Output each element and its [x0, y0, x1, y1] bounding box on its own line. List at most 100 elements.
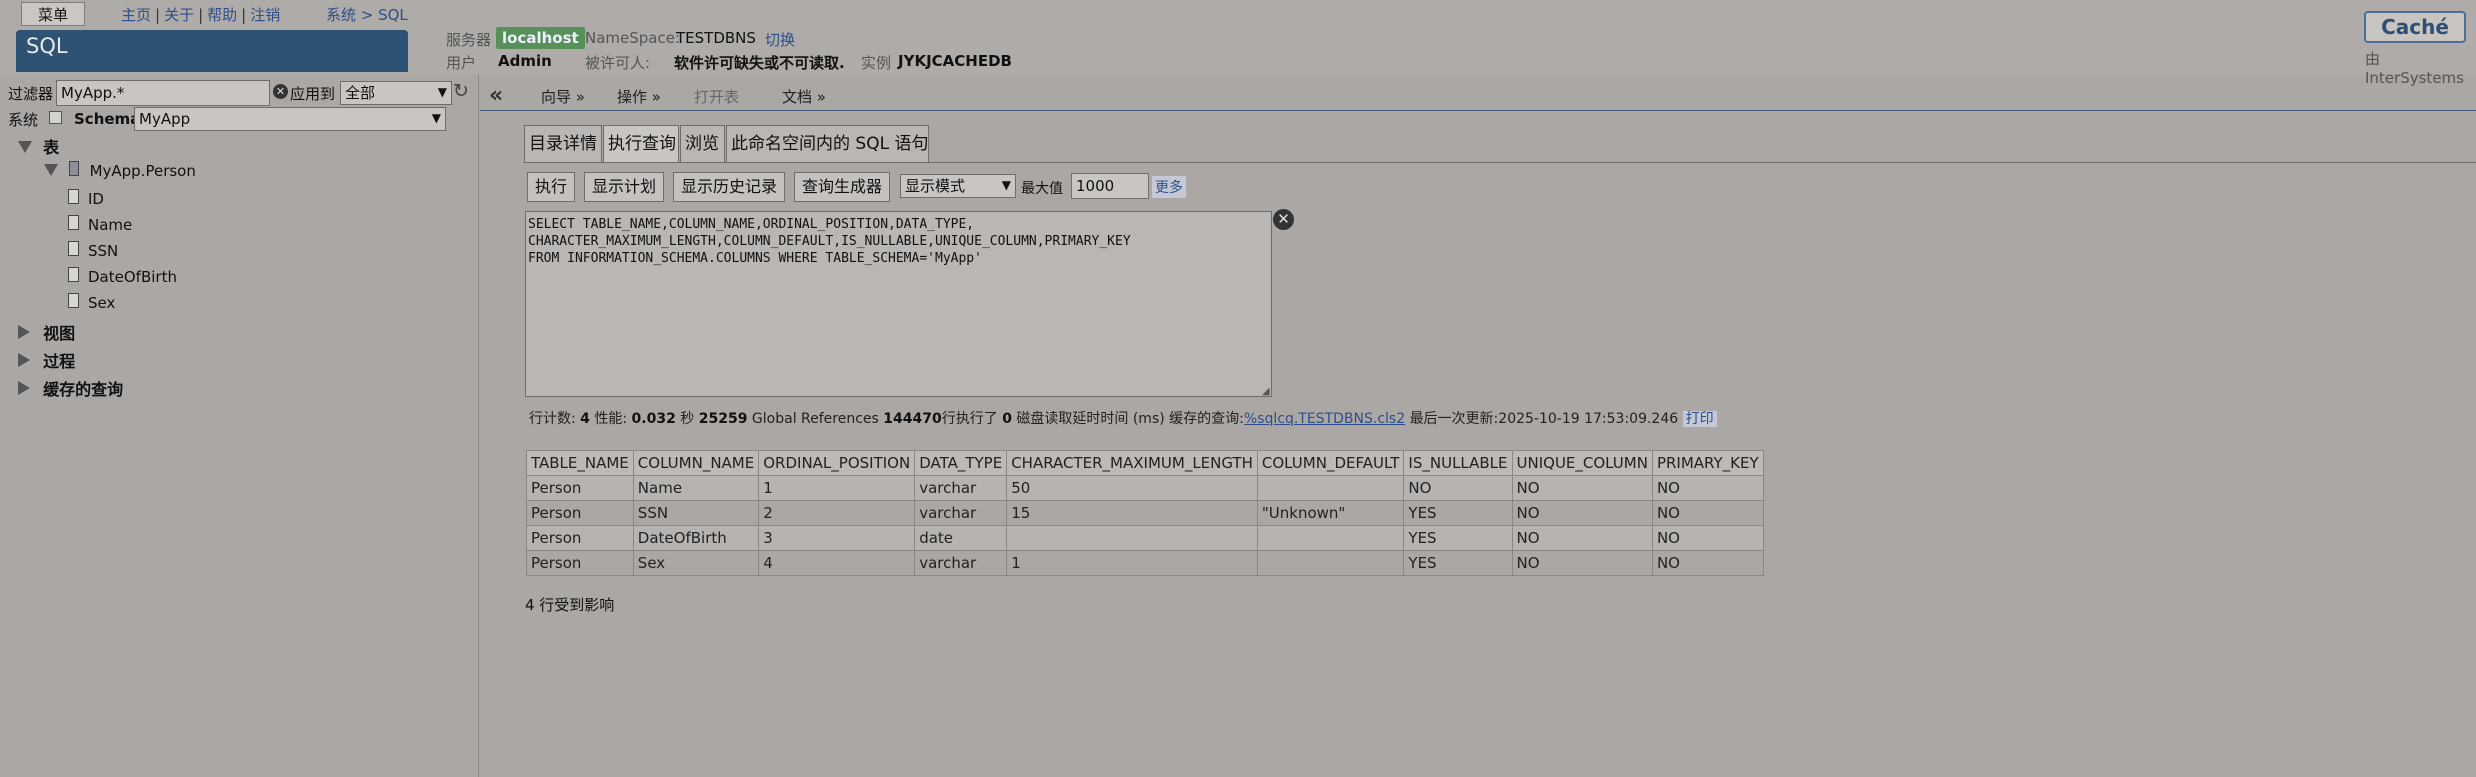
tree-field-sex[interactable]: Sex — [68, 293, 115, 312]
about-link[interactable]: 关于 — [164, 6, 194, 24]
header: 菜单 主页 | 关于 | 帮助 | 注销 系统 > SQL SQL 服务器 localhos… — [0, 0, 2476, 87]
table-cell: 1 — [758, 475, 916, 501]
sec-label: 秒 — [680, 411, 695, 427]
lines-exec-value: 144470 — [883, 411, 942, 427]
rowcount-label: 行计数: — [529, 411, 576, 427]
print-link[interactable]: 打印 — [1682, 411, 1717, 427]
menubar-divider — [480, 110, 2476, 111]
page-title-banner: SQL — [16, 30, 408, 72]
top-nav: 主页 | 关于 | 帮助 | 注销 — [121, 6, 281, 24]
apply-to-value: 全部 — [345, 84, 376, 102]
table-header-row: TABLE_NAME COLUMN_NAME ORDINAL_POSITION … — [526, 450, 1764, 476]
apply-to-select[interactable]: 全部 ▼ — [340, 81, 452, 105]
table-cell — [1006, 525, 1258, 551]
logout-link[interactable]: 注销 — [250, 6, 280, 24]
collapse-panel-icon[interactable]: « — [489, 83, 503, 108]
perf-label: 性能: — [594, 411, 628, 427]
cached-query-link[interactable]: %sqlcq.TESTDBNS.cls2 — [1244, 411, 1405, 427]
display-mode-select[interactable]: 显示模式 ▼ — [900, 174, 1016, 198]
column-header: COLUMN_DEFAULT — [1256, 450, 1405, 476]
field-label: Sex — [88, 294, 116, 312]
menu-button[interactable]: 菜单 — [21, 2, 85, 26]
schema-select[interactable]: MyApp ▼ — [134, 107, 446, 131]
tree-node-cached-queries[interactable]: 缓存的查询 — [18, 376, 123, 400]
column-header: ORDINAL_POSITION — [758, 450, 916, 476]
menu-open-table[interactable]: 打开表 — [694, 86, 739, 107]
rows-affected: 4 行受到影响 — [525, 596, 615, 614]
tree-node-label: 视图 — [43, 324, 76, 343]
system-checkbox[interactable] — [49, 111, 62, 124]
server-badge: localhost — [496, 27, 585, 49]
disk-wait-label: 磁盘读取延时时间 (ms) — [1016, 411, 1165, 427]
table-cell: YES — [1403, 550, 1513, 576]
schema-label: Schema — [74, 110, 141, 128]
query-builder-button[interactable]: 查询生成器 — [794, 172, 891, 202]
table-cell: 4 — [758, 550, 916, 576]
tree-field-ssn[interactable]: SSN — [68, 241, 118, 260]
schema-value: MyApp — [139, 110, 191, 128]
menu-actions[interactable]: 操作 » — [617, 86, 661, 107]
cache-logo-button[interactable]: Caché — [2364, 11, 2466, 43]
switch-namespace-link[interactable]: 切换 — [765, 29, 795, 50]
column-header: CHARACTER_MAXIMUM_LENGTH — [1006, 450, 1258, 476]
tree-field-name[interactable]: Name — [68, 215, 132, 234]
field-label: DateOfBirth — [88, 268, 177, 286]
execute-button[interactable]: 执行 — [527, 172, 576, 202]
tree-node-table-person[interactable]: MyApp.Person — [44, 161, 196, 180]
expanded-triangle-icon — [44, 164, 58, 176]
table-cell: Person — [526, 475, 634, 501]
clear-filter-icon[interactable]: ✕ — [273, 84, 288, 99]
table-cell: Name — [632, 475, 760, 501]
resize-handle-icon[interactable]: ◢ — [1262, 386, 1270, 397]
show-plan-button[interactable]: 显示计划 — [584, 172, 665, 202]
filter-label: 过滤器 — [8, 85, 54, 103]
intersystems-byline: 由InterSystems — [2365, 50, 2464, 87]
tree-node-procedures[interactable]: 过程 — [18, 348, 75, 372]
table-cell: SSN — [632, 500, 760, 526]
table-cell: 3 — [758, 525, 916, 551]
chevron-down-icon: ▼ — [431, 111, 441, 125]
table-cell: NO — [1651, 550, 1764, 576]
tree-node-views[interactable]: 视图 — [18, 320, 75, 344]
help-link[interactable]: 帮助 — [207, 6, 237, 24]
table-icon — [68, 161, 79, 176]
refresh-icon[interactable]: ↻ — [453, 80, 469, 102]
show-history-button[interactable]: 显示历史记录 — [673, 172, 786, 202]
tab-divider — [524, 162, 2476, 163]
disk-wait-value: 0 — [1002, 411, 1012, 427]
menu-documents[interactable]: 文档 » — [782, 86, 826, 107]
breadcrumb[interactable]: 系统 > SQL — [326, 4, 408, 25]
clear-query-icon[interactable]: ✕ — [1273, 209, 1294, 230]
tab-sql-statements[interactable]: 此命名空间内的 SQL 语句 — [726, 125, 929, 163]
table-row: Person DateOfBirth 3 date YES NO NO — [526, 525, 1764, 551]
chevron-down-icon: ▼ — [1001, 178, 1011, 192]
licensee-label: 被许可人: — [585, 54, 651, 72]
user-label: 用户 — [446, 54, 477, 72]
filter-input[interactable]: MyApp.* — [56, 80, 270, 106]
max-rows-input[interactable]: 1000 — [1071, 173, 1149, 199]
display-mode-value: 显示模式 — [905, 177, 966, 195]
table-cell: Person — [526, 550, 634, 576]
field-label: ID — [88, 190, 104, 208]
table-cell — [1256, 475, 1405, 501]
table-cell: NO — [1511, 500, 1653, 526]
tree-node-tables[interactable]: 表 — [18, 134, 59, 158]
tab-browse[interactable]: 浏览 — [680, 125, 725, 163]
tree-field-id[interactable]: ID — [68, 189, 104, 208]
table-cell — [1256, 525, 1405, 551]
tab-catalog-details[interactable]: 目录详情 — [524, 125, 602, 163]
rowcount-value: 4 — [580, 411, 590, 427]
cached-query-label: 缓存的查询: — [1169, 411, 1244, 427]
query-stats: 行计数: 4 性能: 0.032 秒 25259 Global Referenc… — [529, 408, 1717, 428]
results-table: TABLE_NAME COLUMN_NAME ORDINAL_POSITION … — [526, 450, 1764, 576]
home-link[interactable]: 主页 — [121, 6, 151, 24]
namespace-value: TESTDBNS — [676, 29, 756, 47]
column-header: IS_NULLABLE — [1403, 450, 1513, 476]
more-link[interactable]: 更多 — [1152, 176, 1186, 198]
query-textarea[interactable]: SELECT TABLE_NAME,COLUMN_NAME,ORDINAL_PO… — [525, 211, 1272, 397]
field-icon — [68, 267, 79, 282]
tree-field-dateofbirth[interactable]: DateOfBirth — [68, 267, 177, 286]
menu-wizard[interactable]: 向导 » — [541, 86, 585, 107]
field-icon — [68, 215, 79, 230]
tab-execute-query[interactable]: 执行查询 — [603, 125, 679, 163]
